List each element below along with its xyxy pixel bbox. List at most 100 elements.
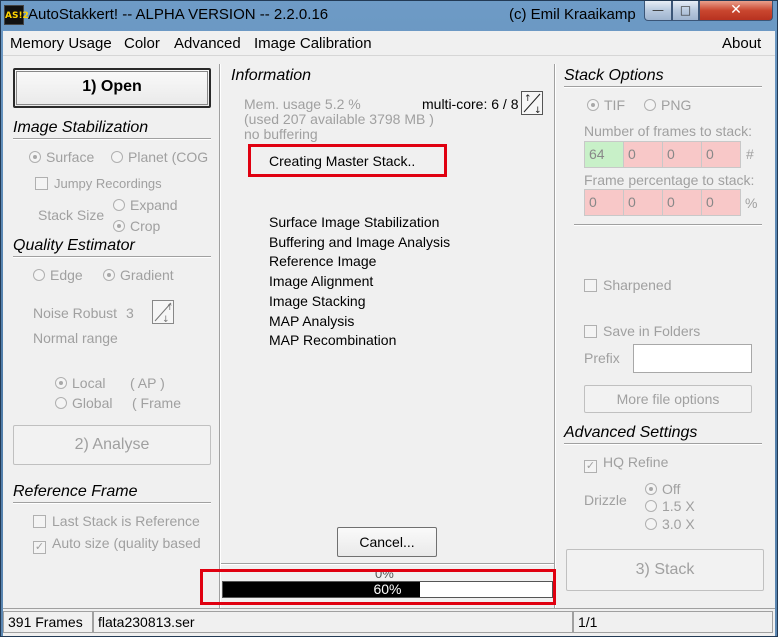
memory-usage-text: Mem. usage 5.2 % [244, 96, 361, 112]
checkbox-icon [584, 325, 597, 338]
last-stack-reference-checkbox[interactable]: Last Stack is Reference [33, 513, 208, 529]
divider [574, 224, 762, 226]
drizzle-off-label: Off [662, 481, 681, 497]
menu-memory-usage[interactable]: Memory Usage [10, 35, 112, 52]
percent-input-2[interactable]: 0 [623, 189, 663, 216]
step-map-analysis: MAP Analysis [269, 313, 355, 329]
highlight-box-current-step [248, 144, 447, 177]
menu-color[interactable]: Color [124, 35, 160, 52]
cancel-button[interactable]: Cancel... [337, 527, 437, 557]
multicore-text: multi-core: 6 / 8 [422, 96, 519, 112]
drizzle-label: Drizzle [584, 492, 627, 508]
buffering-text: no buffering [244, 126, 318, 142]
noise-robust-label: Noise Robust [33, 305, 118, 321]
radio-icon [645, 500, 657, 512]
more-file-options-button[interactable]: More file options [584, 385, 752, 413]
drizzle-30-radio[interactable]: 3.0 X [645, 516, 695, 532]
expand-radio[interactable]: Expand [113, 197, 177, 213]
frames-input-1[interactable]: 64 [584, 141, 624, 168]
open-button[interactable]: 1) Open [13, 68, 211, 108]
auto-size-checkbox[interactable]: ✓ Auto size (quality based [33, 535, 208, 554]
local-ap-label: ( AP ) [130, 375, 165, 391]
sharpened-checkbox[interactable]: Sharpened [584, 277, 672, 293]
radio-icon [33, 269, 45, 281]
divider [13, 502, 211, 504]
png-label: PNG [661, 97, 692, 113]
maximize-icon[interactable]: □ [672, 1, 699, 21]
drizzle-off-radio[interactable]: Off [645, 481, 680, 497]
advanced-settings-heading: Advanced Settings [564, 424, 698, 441]
global-radio[interactable]: Global [55, 395, 112, 411]
status-bar: 391 Frames flata230813.ser 1/1 [3, 608, 775, 634]
global-frame-label: ( Frame [132, 395, 181, 411]
checkbox-icon [584, 279, 597, 292]
radio-icon [111, 151, 123, 163]
svg-text:↑: ↑ [524, 94, 532, 104]
radio-icon [103, 269, 115, 281]
percentage-to-stack-label: Frame percentage to stack: [584, 172, 755, 188]
drizzle-15-radio[interactable]: 1.5 X [645, 498, 695, 514]
global-label: Global [72, 395, 113, 411]
divider [13, 138, 211, 140]
multicore-spin-icon[interactable]: ↓ ↑ [521, 91, 543, 116]
stack-options-heading: Stack Options [564, 67, 664, 84]
menu-advanced[interactable]: Advanced [174, 35, 241, 52]
minimize-icon[interactable]: — [644, 1, 672, 21]
step-surface-stabilization: Surface Image Stabilization [269, 214, 440, 230]
panel-separator-left [219, 64, 221, 609]
frames-input-2[interactable]: 0 [623, 141, 663, 168]
gradient-radio[interactable]: Gradient [103, 267, 174, 283]
highlight-box-progress [200, 569, 556, 605]
radio-icon [113, 220, 125, 232]
spin-arrows-icon[interactable]: ↓ ↑ [152, 300, 174, 325]
checkbox-icon: ✓ [584, 460, 597, 473]
app-window: AS!2 AutoStakkert! -- ALPHA VERSION -- 2… [0, 0, 778, 637]
divider [564, 443, 762, 445]
noise-robust-value: 3 [126, 305, 134, 321]
stab-planet-radio[interactable]: Planet (COG [111, 149, 208, 165]
jumpy-recordings-checkbox[interactable]: Jumpy Recordings [35, 176, 162, 191]
hq-refine-checkbox[interactable]: ✓ HQ Refine [584, 454, 668, 473]
analyse-button[interactable]: 2) Analyse [13, 425, 211, 465]
step-buffering-analysis: Buffering and Image Analysis [269, 234, 451, 250]
png-radio[interactable]: PNG [644, 97, 691, 113]
checkbox-icon: ✓ [33, 541, 46, 554]
prefix-label: Prefix [584, 350, 620, 366]
local-radio[interactable]: Local [55, 375, 105, 391]
stab-surface-radio[interactable]: Surface [29, 149, 94, 165]
checkbox-icon [35, 177, 48, 190]
frames-input-3[interactable]: 0 [662, 141, 702, 168]
prefix-input[interactable] [633, 344, 752, 373]
memory-available-text: (used 207 available 3798 MB ) [244, 111, 434, 127]
sharpened-label: Sharpened [603, 277, 672, 293]
frames-unit: # [746, 146, 754, 162]
percent-input-4[interactable]: 0 [701, 189, 741, 216]
menu-image-calibration[interactable]: Image Calibration [254, 35, 372, 52]
drizzle-30-label: 3.0 X [662, 516, 695, 532]
last-stack-reference-label: Last Stack is Reference [52, 513, 200, 529]
local-label: Local [72, 375, 106, 391]
frames-input-4[interactable]: 0 [701, 141, 741, 168]
menu-bar: Memory Usage Color Advanced Image Calibr… [3, 31, 775, 56]
divider [564, 86, 762, 88]
window-copyright: (c) Emil Kraaikamp [509, 6, 636, 23]
app-icon: AS!2 [4, 5, 29, 25]
save-in-folders-checkbox[interactable]: Save in Folders [584, 323, 700, 339]
percent-input-3[interactable]: 0 [662, 189, 702, 216]
title-bar[interactable]: AS!2 AutoStakkert! -- ALPHA VERSION -- 2… [1, 1, 778, 31]
stack-button[interactable]: 3) Stack [566, 549, 764, 591]
step-map-recombination: MAP Recombination [269, 332, 397, 348]
radio-icon [55, 397, 67, 409]
jumpy-recordings-label: Jumpy Recordings [54, 176, 162, 191]
menu-about[interactable]: About [722, 35, 761, 52]
crop-radio[interactable]: Crop [113, 218, 160, 234]
stack-size-label: Stack Size [38, 207, 105, 223]
close-icon[interactable]: ✕ [699, 1, 773, 21]
tif-radio[interactable]: TIF [587, 97, 625, 113]
percent-input-1[interactable]: 0 [584, 189, 624, 216]
quality-estimator-heading: Quality Estimator [13, 237, 135, 254]
edge-radio[interactable]: Edge [33, 267, 83, 283]
radio-icon [645, 518, 657, 530]
information-heading: Information [231, 67, 312, 84]
hq-refine-label: HQ Refine [603, 454, 669, 470]
